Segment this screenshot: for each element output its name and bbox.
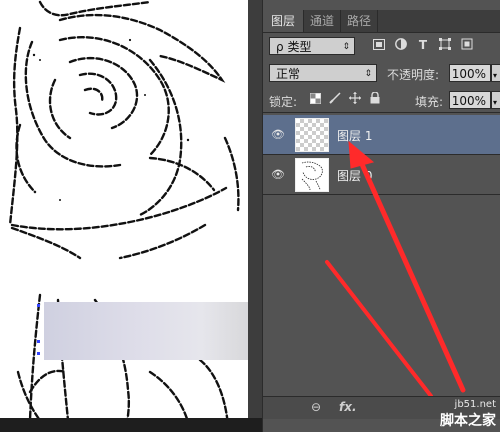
rose-selection-marquee [8, 0, 240, 432]
shape-filter-icon[interactable] [437, 38, 453, 54]
smartobject-filter-icon[interactable] [459, 38, 475, 54]
tab-layers[interactable]: 图层 [263, 10, 304, 32]
opacity-label: 不透明度: [387, 68, 440, 82]
layers-panel: 图层 通道 路径 ρ 类型 ⇕ T 正常 ⇕ 不透明度: 100% ▾ 锁定: … [262, 0, 500, 432]
opacity-dropdown-button[interactable]: ▾ [491, 64, 500, 82]
fill-field[interactable]: 100% [449, 91, 491, 109]
fill-dropdown-button[interactable]: ▾ [491, 91, 500, 109]
site-watermark: jb51.net 脚本之家 [440, 399, 496, 430]
layer-filter-value: 类型 [287, 40, 312, 54]
panel-tabs: 图层 通道 路径 [263, 10, 500, 33]
link-layers-icon[interactable]: ⊖ [311, 400, 321, 414]
canvas-bottom-strip [0, 418, 262, 432]
canvas-edge-strip [248, 0, 262, 432]
chevron-updown-icon: ⇕ [342, 42, 350, 52]
lock-transparency-icon[interactable] [307, 92, 323, 108]
fill-label: 填充: [415, 95, 444, 109]
layer-style-button[interactable]: fx. [339, 400, 357, 414]
chevron-down-icon: ▾ [493, 98, 498, 107]
adjustment-filter-icon[interactable] [393, 38, 409, 54]
annotation-arrows [325, 140, 466, 398]
lock-all-icon[interactable] [367, 91, 383, 108]
lock-position-icon[interactable] [347, 92, 363, 108]
chevron-updown-icon: ⇕ [364, 69, 372, 79]
opacity-field[interactable]: 100% [449, 64, 491, 82]
document-canvas[interactable] [0, 0, 248, 432]
tab-channels[interactable]: 通道 [304, 10, 341, 32]
watermark-name: 脚本之家 [440, 413, 496, 429]
image-filter-icon[interactable] [371, 38, 387, 54]
type-filter-icon[interactable]: T [415, 37, 431, 53]
blend-mode-value: 正常 [276, 67, 301, 81]
tab-paths[interactable]: 路径 [341, 10, 378, 32]
search-icon: ρ [276, 40, 284, 54]
layer-filter-dropdown[interactable]: ρ 类型 ⇕ [269, 37, 355, 55]
lock-image-icon[interactable] [327, 92, 343, 108]
blend-mode-dropdown[interactable]: 正常 ⇕ [269, 64, 377, 82]
gradient-fill-region [44, 302, 248, 360]
selection-edge-markers [37, 304, 40, 355]
watermark-url: jb51.net [454, 399, 496, 410]
document-canvas-area[interactable] [0, 0, 262, 432]
chevron-down-icon: ▾ [493, 71, 498, 80]
lock-label: 锁定: [269, 95, 298, 109]
